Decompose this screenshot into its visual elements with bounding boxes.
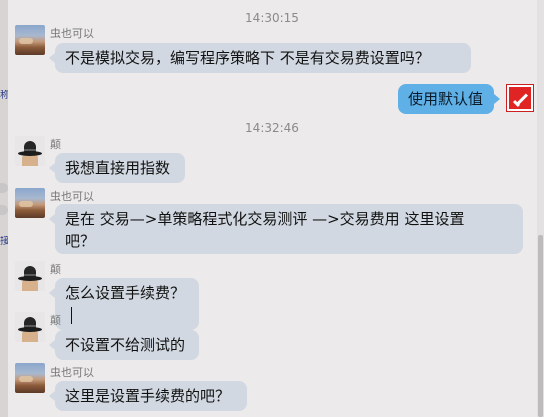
message-bubble[interactable]: 我想直接用指数 xyxy=(49,153,185,183)
avatar[interactable] xyxy=(15,312,45,342)
message-bubble[interactable]: 怎么设置手续费？ xyxy=(49,278,199,330)
sender-name: 虫也可以 xyxy=(50,366,94,379)
sender-name: 颠 xyxy=(50,138,61,151)
avatar[interactable] xyxy=(15,261,45,291)
left-control xyxy=(0,205,8,215)
avatar[interactable] xyxy=(15,363,45,393)
message-line: 是在 交易—>单策略程式化交易测评 —>交易费用 这里设置 xyxy=(65,210,465,228)
left-fragment: 接 xyxy=(0,236,8,247)
message-bubble[interactable]: 是在 交易—>单策略程式化交易测评 —>交易费用 这里设置 吧？ xyxy=(49,204,523,254)
sender-name: 颠 xyxy=(50,314,61,327)
message-bubble[interactable]: 这里是设置手续费的吧？ xyxy=(49,381,247,411)
sender-name: 虫也可以 xyxy=(50,190,94,203)
scrollbar[interactable] xyxy=(537,0,544,417)
timestamp: 14:30:15 xyxy=(245,11,299,25)
message-bubble[interactable]: 不设置不给测试的 xyxy=(49,330,199,360)
text-cursor xyxy=(71,307,72,324)
message-bubble[interactable]: 不是模拟交易，编写程序策略下 不是有交易费设置吗？ xyxy=(49,43,471,73)
message-text: 怎么设置手续费？ xyxy=(65,284,186,302)
left-window-edge: 称 接 xyxy=(0,0,8,417)
avatar[interactable] xyxy=(15,188,45,218)
message-line: 吧？ xyxy=(65,232,96,250)
avatar[interactable] xyxy=(15,25,45,55)
brush-icon xyxy=(509,87,531,109)
sender-name: 颠 xyxy=(50,263,61,276)
left-fragment: 称 xyxy=(0,90,8,101)
scrollbar-thumb[interactable] xyxy=(538,235,543,417)
sender-name: 虫也可以 xyxy=(50,27,94,40)
timestamp: 14:32:46 xyxy=(245,121,299,135)
left-control xyxy=(0,183,8,193)
self-avatar[interactable] xyxy=(506,84,534,112)
my-message-bubble[interactable]: 使用默认值 xyxy=(398,84,500,114)
avatar[interactable] xyxy=(15,136,45,166)
